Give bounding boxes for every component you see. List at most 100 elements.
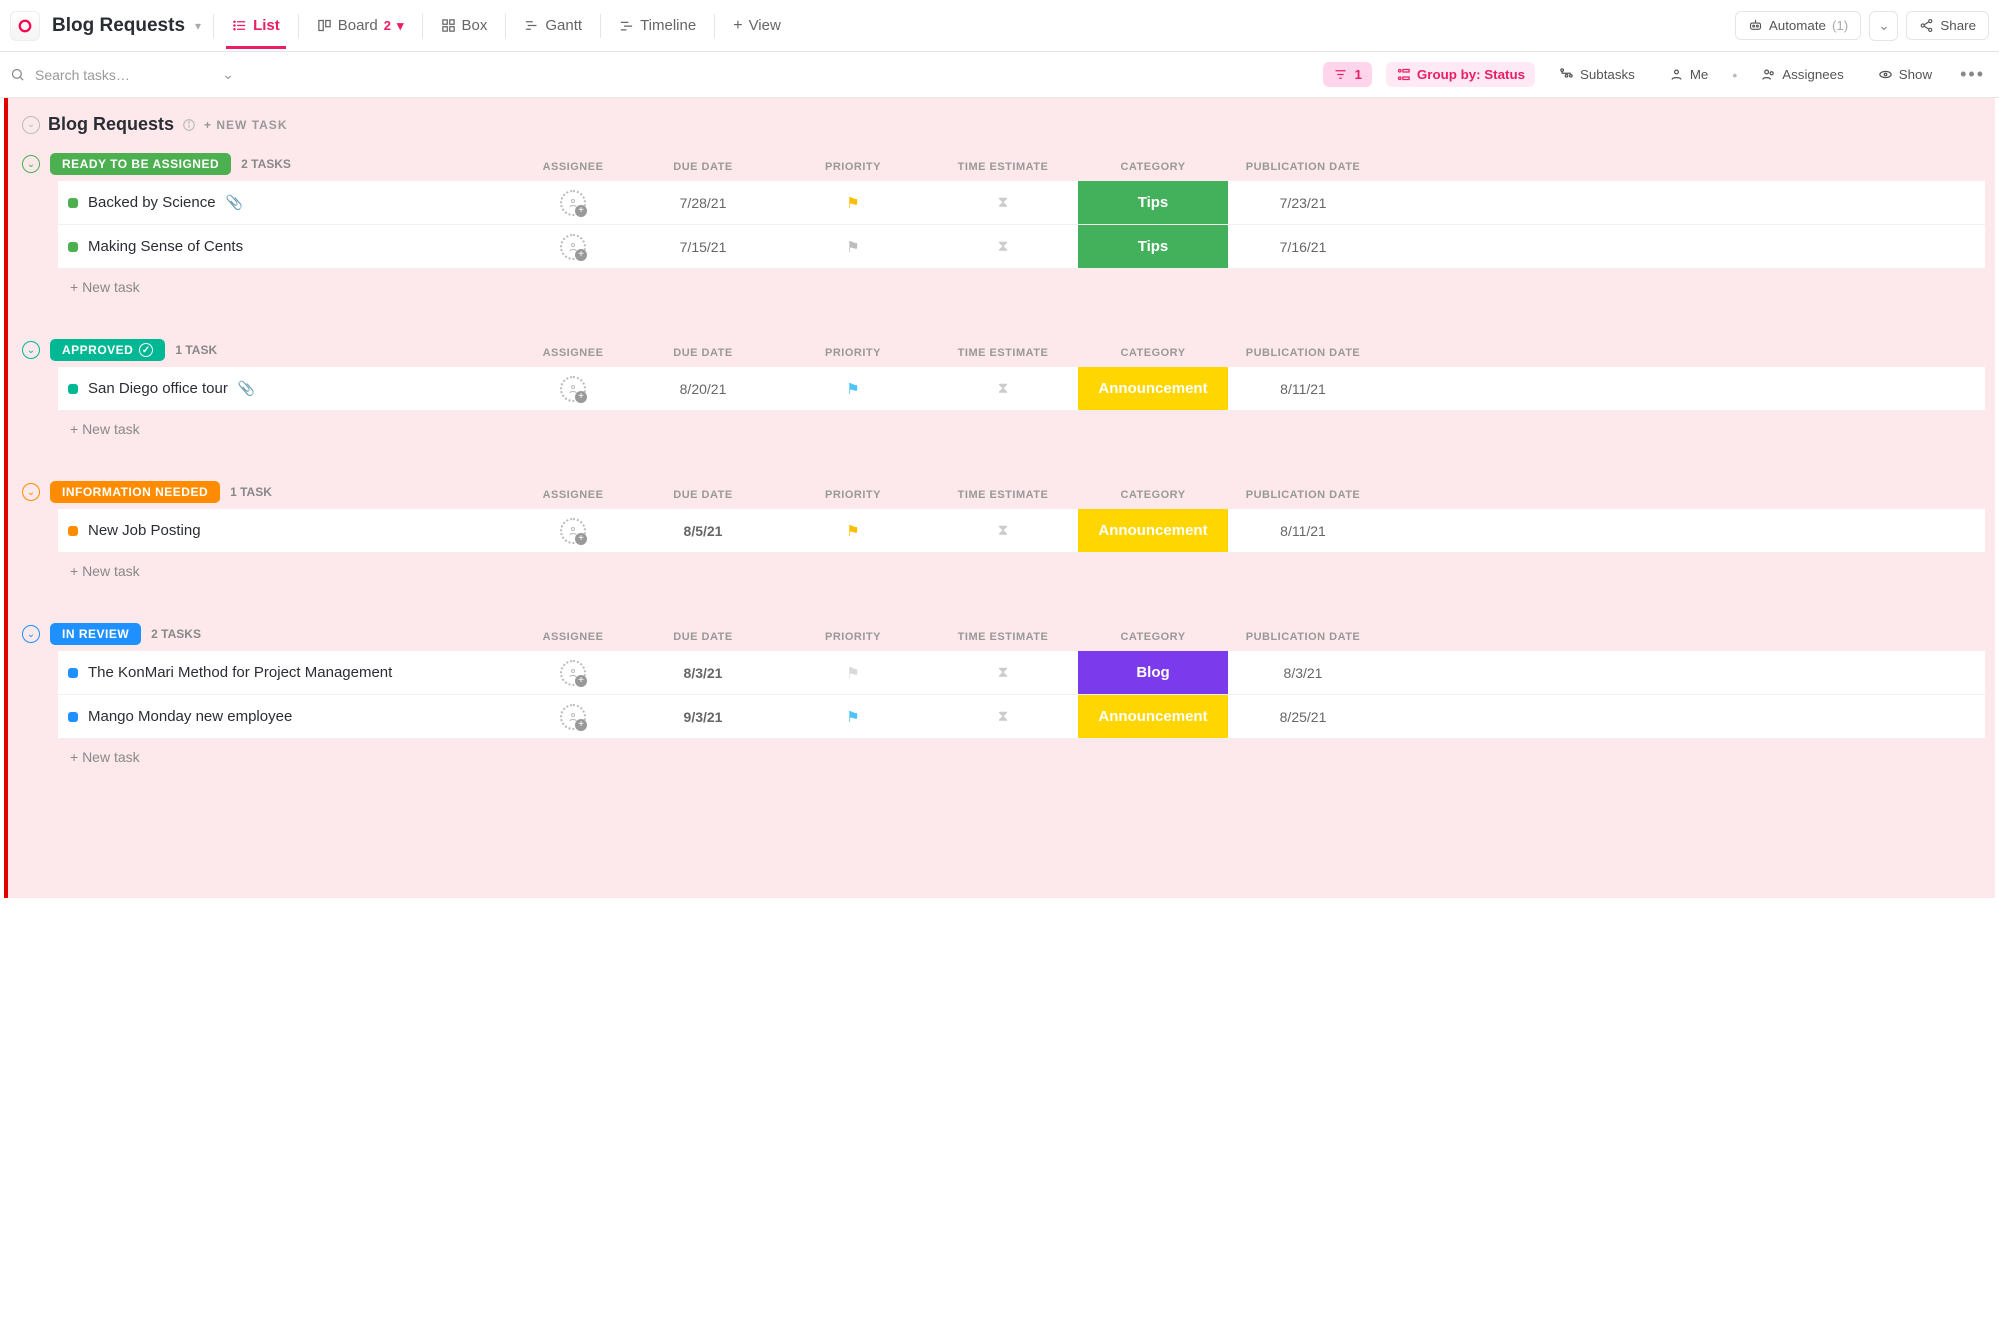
new-task-button[interactable]: + New task bbox=[58, 269, 1985, 305]
share-button[interactable]: Share bbox=[1906, 11, 1989, 40]
task-status-dot[interactable] bbox=[68, 712, 78, 722]
title-dropdown[interactable]: ▾ bbox=[195, 19, 201, 33]
assignees-button[interactable]: Assignees bbox=[1751, 62, 1854, 87]
attachment-icon[interactable]: 📎 bbox=[238, 380, 255, 397]
column-header[interactable]: PUBLICATION DATE bbox=[1228, 161, 1378, 173]
new-task-button[interactable]: + New task bbox=[58, 411, 1985, 447]
column-header[interactable]: TIME ESTIMATE bbox=[928, 347, 1078, 359]
category-chip[interactable]: Announcement bbox=[1078, 695, 1228, 738]
filter-button[interactable]: 1 bbox=[1323, 62, 1371, 87]
column-header[interactable]: PUBLICATION DATE bbox=[1228, 347, 1378, 359]
column-header[interactable]: TIME ESTIMATE bbox=[928, 631, 1078, 643]
search-input[interactable] bbox=[33, 66, 193, 84]
due-date-cell[interactable]: 7/15/21 bbox=[628, 231, 778, 263]
time-estimate-icon[interactable]: ⧗ bbox=[998, 708, 1009, 725]
group-collapse-approved[interactable]: ⌄ bbox=[22, 341, 40, 359]
due-date-cell[interactable]: 8/3/21 bbox=[628, 657, 778, 689]
subtasks-button[interactable]: Subtasks bbox=[1549, 62, 1645, 87]
due-date-cell[interactable]: 7/28/21 bbox=[628, 187, 778, 219]
info-icon[interactable] bbox=[182, 118, 196, 132]
column-header[interactable]: ASSIGNEE bbox=[518, 631, 628, 643]
publication-date-cell[interactable]: 8/25/21 bbox=[1228, 701, 1378, 733]
time-estimate-icon[interactable]: ⧗ bbox=[998, 194, 1009, 211]
category-chip[interactable]: Blog bbox=[1078, 651, 1228, 694]
group-collapse-ready[interactable]: ⌄ bbox=[22, 155, 40, 173]
view-tab-gantt[interactable]: Gantt bbox=[518, 3, 588, 48]
assignee-add[interactable] bbox=[560, 704, 586, 730]
view-tab-box[interactable]: Box bbox=[435, 3, 494, 48]
new-task-button[interactable]: + New task bbox=[58, 553, 1985, 589]
due-date-cell[interactable]: 8/5/21 bbox=[628, 515, 778, 547]
assignee-add[interactable] bbox=[560, 376, 586, 402]
category-chip[interactable]: Announcement bbox=[1078, 367, 1228, 410]
column-header[interactable]: CATEGORY bbox=[1078, 347, 1228, 359]
category-chip[interactable]: Tips bbox=[1078, 225, 1228, 268]
task-status-dot[interactable] bbox=[68, 198, 78, 208]
column-header[interactable]: ASSIGNEE bbox=[518, 161, 628, 173]
more-menu[interactable]: ••• bbox=[1956, 62, 1989, 87]
task-row[interactable]: New Job Posting8/5/21⚑⧗Announcement8/11/… bbox=[58, 509, 1985, 553]
time-estimate-icon[interactable]: ⧗ bbox=[998, 664, 1009, 681]
column-header[interactable]: PRIORITY bbox=[778, 347, 928, 359]
view-tab-list[interactable]: List bbox=[226, 3, 286, 48]
publication-date-cell[interactable]: 8/11/21 bbox=[1228, 373, 1378, 405]
priority-flag-icon[interactable]: ⚑ bbox=[846, 194, 859, 212]
column-header[interactable]: TIME ESTIMATE bbox=[928, 161, 1078, 173]
column-header[interactable]: DUE DATE bbox=[628, 347, 778, 359]
column-header[interactable]: CATEGORY bbox=[1078, 489, 1228, 501]
column-header[interactable]: PUBLICATION DATE bbox=[1228, 489, 1378, 501]
group-status-chip[interactable]: IN REVIEW bbox=[50, 623, 141, 645]
column-header[interactable]: ASSIGNEE bbox=[518, 489, 628, 501]
column-header[interactable]: CATEGORY bbox=[1078, 161, 1228, 173]
task-status-dot[interactable] bbox=[68, 668, 78, 678]
group-status-chip[interactable]: INFORMATION NEEDED bbox=[50, 481, 220, 503]
due-date-cell[interactable]: 9/3/21 bbox=[628, 701, 778, 733]
column-header[interactable]: DUE DATE bbox=[628, 161, 778, 173]
search-dropdown[interactable]: ⌄ bbox=[216, 64, 240, 85]
priority-flag-icon[interactable]: ⚑ bbox=[846, 238, 859, 256]
view-tab-timeline[interactable]: Timeline bbox=[613, 3, 702, 48]
group-collapse-info[interactable]: ⌄ bbox=[22, 483, 40, 501]
assignee-add[interactable] bbox=[560, 190, 586, 216]
me-button[interactable]: Me bbox=[1659, 62, 1719, 87]
priority-flag-icon[interactable]: ⚑ bbox=[846, 708, 859, 726]
show-button[interactable]: Show bbox=[1868, 62, 1942, 87]
assignee-add[interactable] bbox=[560, 660, 586, 686]
add-view-button[interactable]: + View bbox=[727, 3, 787, 49]
column-header[interactable]: ASSIGNEE bbox=[518, 347, 628, 359]
column-header[interactable]: TIME ESTIMATE bbox=[928, 489, 1078, 501]
priority-flag-icon[interactable]: ⚑ bbox=[846, 664, 859, 682]
publication-date-cell[interactable]: 8/3/21 bbox=[1228, 657, 1378, 689]
task-status-dot[interactable] bbox=[68, 384, 78, 394]
task-row[interactable]: The KonMari Method for Project Managemen… bbox=[58, 651, 1985, 695]
due-date-cell[interactable]: 8/20/21 bbox=[628, 373, 778, 405]
groupby-button[interactable]: Group by: Status bbox=[1386, 62, 1535, 87]
group-status-chip[interactable]: READY TO BE ASSIGNED bbox=[50, 153, 231, 175]
category-chip[interactable]: Announcement bbox=[1078, 509, 1228, 552]
task-row[interactable]: Mango Monday new employee9/3/21⚑⧗Announc… bbox=[58, 695, 1985, 739]
group-status-chip[interactable]: APPROVED✓ bbox=[50, 339, 165, 361]
category-chip[interactable]: Tips bbox=[1078, 181, 1228, 224]
view-tab-board[interactable]: Board 2 ▾ bbox=[311, 3, 410, 48]
group-collapse-review[interactable]: ⌄ bbox=[22, 625, 40, 643]
assignee-add[interactable] bbox=[560, 518, 586, 544]
new-task-top[interactable]: + NEW TASK bbox=[204, 118, 287, 132]
column-header[interactable]: PRIORITY bbox=[778, 489, 928, 501]
column-header[interactable]: CATEGORY bbox=[1078, 631, 1228, 643]
time-estimate-icon[interactable]: ⧗ bbox=[998, 522, 1009, 539]
publication-date-cell[interactable]: 7/16/21 bbox=[1228, 231, 1378, 263]
publication-date-cell[interactable]: 7/23/21 bbox=[1228, 187, 1378, 219]
attachment-icon[interactable]: 📎 bbox=[226, 194, 243, 211]
task-status-dot[interactable] bbox=[68, 526, 78, 536]
list-collapse-toggle[interactable]: ⌄ bbox=[22, 116, 40, 134]
column-header[interactable]: PRIORITY bbox=[778, 161, 928, 173]
column-header[interactable]: DUE DATE bbox=[628, 489, 778, 501]
time-estimate-icon[interactable]: ⧗ bbox=[998, 238, 1009, 255]
priority-flag-icon[interactable]: ⚑ bbox=[846, 522, 859, 540]
column-header[interactable]: PRIORITY bbox=[778, 631, 928, 643]
task-row[interactable]: Backed by Science📎7/28/21⚑⧗Tips7/23/21 bbox=[58, 181, 1985, 225]
view-tab-board-caret[interactable]: ▾ bbox=[397, 18, 404, 34]
automate-button[interactable]: Automate (1) bbox=[1735, 11, 1861, 40]
priority-flag-icon[interactable]: ⚑ bbox=[846, 380, 859, 398]
automate-dropdown[interactable]: ⌄ bbox=[1869, 11, 1898, 41]
